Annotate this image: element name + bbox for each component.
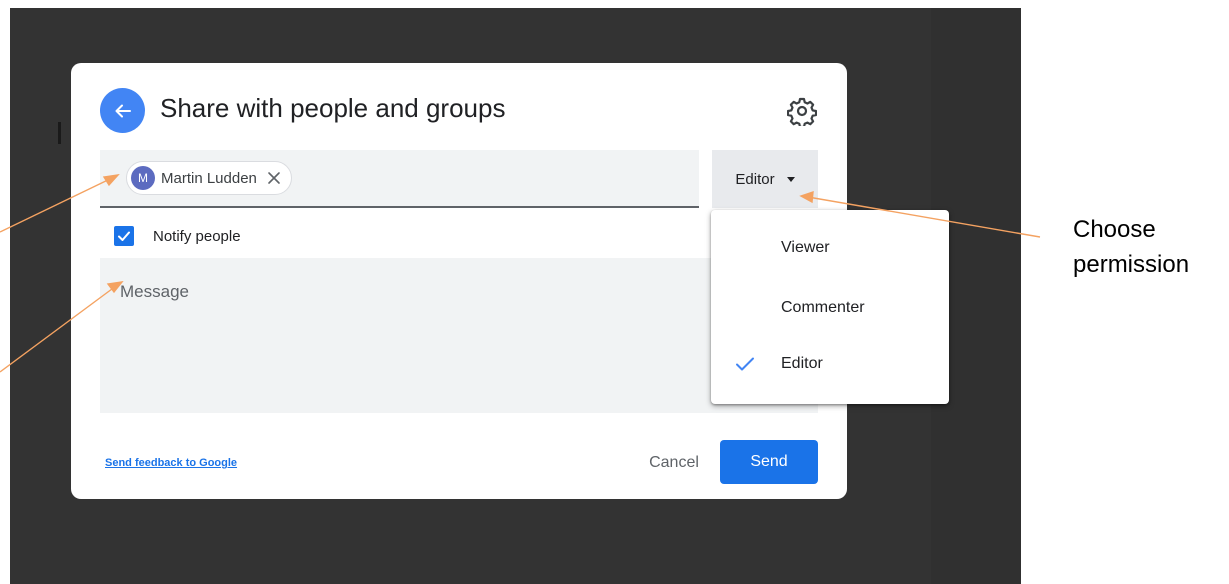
permission-menu: Viewer Commenter Editor	[711, 210, 949, 404]
dialog-title: Share with people and groups	[160, 93, 506, 123]
menu-item-label: Commenter	[781, 299, 865, 316]
checkmark-icon	[736, 357, 754, 371]
menu-item-viewer[interactable]: Viewer	[711, 220, 949, 276]
menu-item-label: Editor	[781, 355, 823, 372]
permission-dropdown-button[interactable]: Editor	[712, 150, 818, 208]
checkmark-icon	[118, 231, 130, 241]
caret-down-icon	[786, 176, 795, 182]
close-icon[interactable]	[267, 171, 281, 185]
menu-item-editor[interactable]: Editor	[711, 336, 949, 392]
menu-item-label: Viewer	[781, 239, 830, 256]
notify-checkbox[interactable]	[114, 226, 134, 246]
callout-line: Choose	[1073, 216, 1156, 243]
send-button[interactable]: Send	[720, 440, 818, 484]
arrow-left-icon	[115, 104, 131, 117]
permission-label: Editor	[735, 170, 775, 188]
callout-line: permission	[1073, 251, 1190, 278]
text-cursor	[58, 122, 61, 144]
notify-label: Notify people	[153, 227, 241, 245]
cancel-button[interactable]: Cancel	[627, 441, 721, 485]
recipient-name: Martin Ludden	[161, 169, 257, 187]
recipient-input[interactable]: M Martin Ludden	[100, 150, 699, 208]
gear-icon[interactable]	[787, 96, 817, 126]
menu-item-commenter[interactable]: Commenter	[711, 280, 949, 336]
message-placeholder: Message	[120, 282, 189, 301]
annotation-callout: Choose permission	[1073, 212, 1189, 282]
recipient-chip[interactable]: M Martin Ludden	[126, 161, 292, 195]
notify-people-row[interactable]: Notify people	[114, 224, 241, 248]
back-button[interactable]	[100, 88, 145, 133]
avatar: M	[131, 166, 155, 190]
send-feedback-link[interactable]: Send feedback to Google	[105, 457, 237, 469]
